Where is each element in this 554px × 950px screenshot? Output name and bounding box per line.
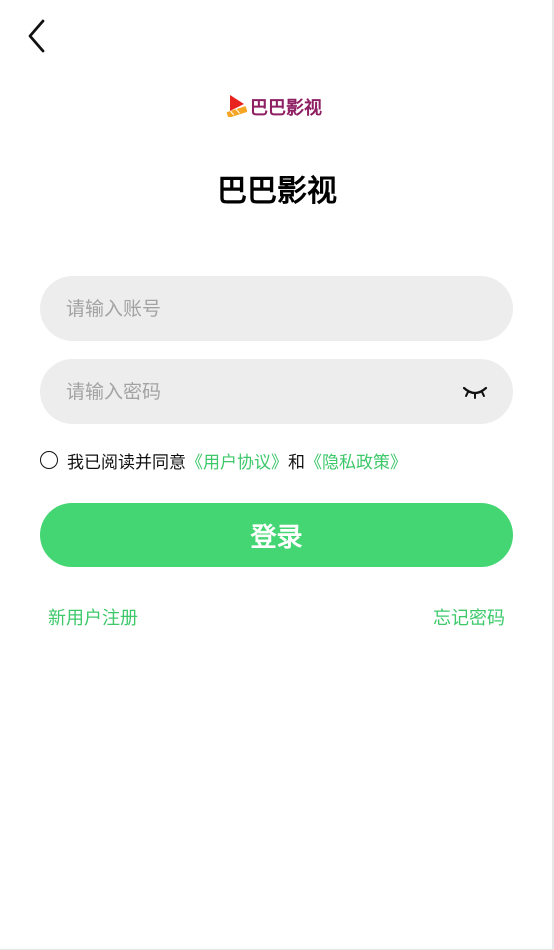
account-input[interactable] (64, 296, 489, 321)
account-field[interactable] (40, 276, 513, 341)
agreement-connector: 和 (288, 452, 305, 473)
register-link[interactable]: 新用户注册 (48, 604, 138, 630)
forgot-password-link[interactable]: 忘记密码 (433, 604, 505, 630)
page-title: 巴巴影视 (217, 174, 337, 209)
privacy-policy-link[interactable]: 《隐私政策》 (305, 448, 407, 473)
agreement-row: 我已阅读并同意 《用户协议》 和 《隐私政策》 (40, 448, 407, 473)
password-input[interactable] (64, 379, 461, 404)
agreement-prefix: 我已阅读并同意 (67, 452, 186, 473)
password-field[interactable] (40, 359, 513, 424)
login-button[interactable]: 登录 (40, 503, 513, 567)
back-button[interactable] (22, 19, 52, 57)
chevron-left-icon (27, 19, 47, 57)
app-logo: 巴巴影视 (226, 94, 322, 120)
agreement-checkbox[interactable] (40, 451, 58, 469)
user-agreement-link[interactable]: 《用户协议》 (186, 448, 288, 473)
logo-text: 巴巴影视 (250, 98, 322, 119)
play-clapper-logo-icon (226, 93, 248, 121)
eye-closed-icon[interactable] (461, 382, 489, 402)
